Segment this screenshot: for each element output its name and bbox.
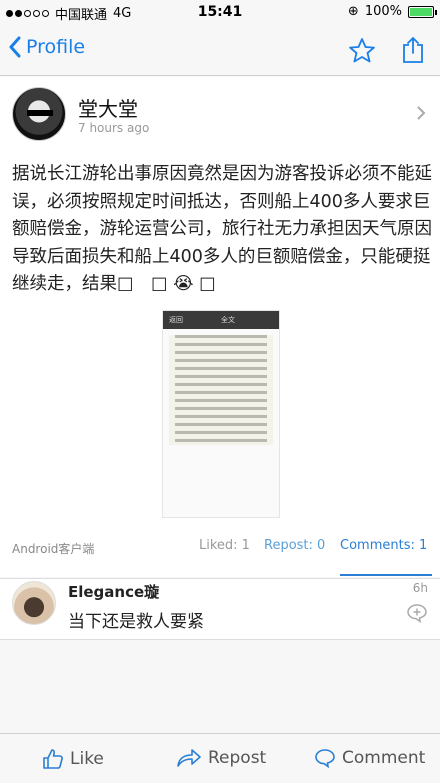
battery-percent: 100% (364, 4, 402, 19)
navigation-bar: Profile (0, 24, 440, 76)
comment-item[interactable]: Elegance璇 6h 当下还是救人要紧 (0, 578, 440, 640)
share-icon (403, 36, 423, 63)
thumbs-up-icon (43, 749, 63, 769)
bottom-toolbar: Like Repost Comment (0, 733, 440, 783)
back-label: Profile (26, 36, 86, 58)
post-image[interactable]: 返回 全文 (162, 310, 280, 518)
chevron-right-icon (417, 106, 426, 120)
post-card: 堂大堂 7 hours ago 据说长江游轮出事原因竟然是因为游客投诉必须不能延… (0, 77, 440, 577)
reply-button[interactable] (406, 603, 428, 627)
tab-liked[interactable]: Liked: 1 (199, 538, 250, 553)
chevron-left-icon (9, 36, 21, 58)
comment-time: 6h (412, 581, 428, 595)
post-time: 7 hours ago (78, 121, 150, 135)
repost-button[interactable]: Repost (176, 748, 266, 768)
tab-repost[interactable]: Repost: 0 (264, 538, 325, 553)
rotation-lock-icon: ⊕ (347, 4, 359, 19)
like-label: Like (70, 749, 104, 769)
post-text: 据说长江游轮出事原因竟然是因为游客投诉必须不能延误，必须按照规定时间抵达，否则船… (12, 164, 432, 294)
image-article (169, 335, 273, 445)
comment-author[interactable]: Elegance璇 (68, 581, 159, 602)
post-source: Android客户端 (12, 542, 95, 556)
share-button[interactable] (402, 36, 424, 68)
star-icon (349, 38, 375, 63)
back-button[interactable]: Profile (8, 36, 85, 58)
image-header: 返回 全文 (163, 311, 279, 329)
image-back-text: 返回 (169, 316, 183, 324)
status-bar: 中国联通 4G 15:41 ⊕ 100% (0, 0, 440, 24)
active-tab-indicator (340, 574, 432, 576)
profile-chevron[interactable] (416, 105, 426, 125)
avatar[interactable] (12, 581, 56, 625)
tab-comments[interactable]: Comments: 1 (340, 538, 427, 553)
favorite-button[interactable] (348, 37, 376, 67)
comment-icon (315, 749, 335, 768)
post-author[interactable]: 堂大堂 (78, 93, 138, 122)
comment-button[interactable]: Comment (314, 748, 425, 768)
repost-icon (177, 749, 201, 767)
repost-label: Repost (208, 748, 267, 768)
comment-text: 当下还是救人要紧 (68, 612, 204, 632)
comment-label: Comment (342, 748, 426, 768)
image-title: 全文 (221, 316, 235, 324)
like-button[interactable]: Like (42, 748, 104, 770)
battery-icon (408, 5, 437, 18)
comment-add-icon (407, 604, 427, 624)
avatar[interactable] (12, 87, 66, 141)
status-right: ⊕ 100% (347, 4, 437, 19)
